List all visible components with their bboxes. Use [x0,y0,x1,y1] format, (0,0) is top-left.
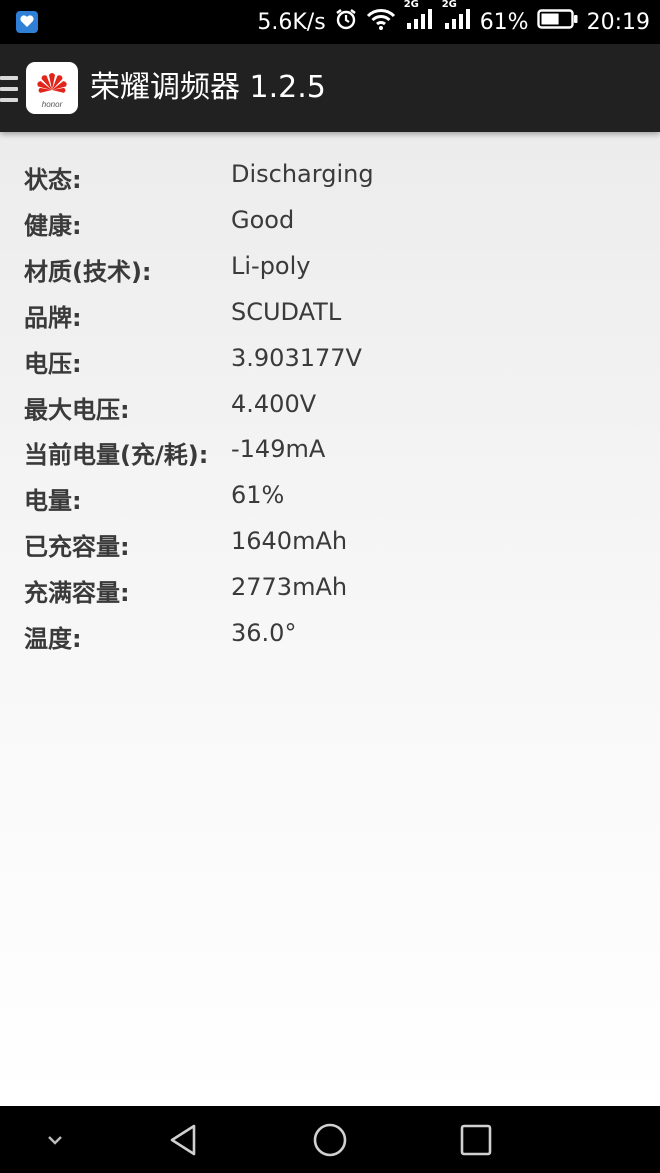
app-logo-icon[interactable]: honor [26,62,78,114]
info-row-status: 状态: Discharging [0,152,660,198]
info-row-brand: 品牌: SCUDATL [0,290,660,336]
info-label: 电量: [24,487,82,515]
home-button[interactable] [300,1106,360,1173]
info-value: 61% [231,481,285,509]
recents-icon [460,1124,492,1155]
info-label: 温度: [24,625,82,653]
clock: 20:19 [586,9,650,35]
status-bar: 5.6K/s 2G 2G 61% 20:19 [0,0,660,44]
info-value: Li-poly [231,252,311,280]
info-value: 3.903177V [231,344,362,372]
info-row-technology: 材质(技术): Li-poly [0,244,660,290]
chevron-down-icon [48,1135,62,1145]
notification-app-icon [16,11,38,33]
info-row-charged-capacity: 已充容量: 1640mAh [0,519,660,565]
cell-signal-icon: 2G [404,0,434,37]
info-value: 4.400V [231,390,317,418]
alarm-icon [334,7,358,37]
hide-nav-button[interactable] [30,1106,80,1173]
wifi-icon [366,7,396,37]
app-title: 荣耀调频器 1.2.5 [90,70,326,105]
info-label: 当前电量(充/耗): [24,441,209,469]
info-label: 最大电压: [24,396,130,424]
signal-type-label: 2G [403,0,419,10]
info-value: Good [231,206,295,234]
network-speed: 5.6K/s [257,9,326,35]
info-label: 电压: [24,350,82,378]
app-bar: honor 荣耀调频器 1.2.5 [0,44,660,132]
info-label: 充满容量: [24,579,130,607]
info-label: 材质(技术): [24,258,152,286]
info-label: 健康: [24,212,82,240]
recents-button[interactable] [446,1106,506,1173]
info-value: 1640mAh [231,527,348,555]
info-row-full-capacity: 充满容量: 2773mAh [0,565,660,611]
info-value: Discharging [231,160,374,188]
info-row-level: 电量: 61% [0,473,660,519]
home-icon [313,1123,347,1156]
info-value: -149mA [231,435,326,463]
battery-info-panel: 状态: Discharging 健康: Good 材质(技术): Li-poly… [0,132,660,1106]
cell-signal-icon: 2G [442,0,472,37]
back-button[interactable] [154,1106,214,1173]
navigation-bar [0,1106,660,1173]
signal-type-label: 2G [441,0,457,10]
app-logo-brand: honor [41,100,63,109]
info-row-temperature: 温度: 36.0° [0,611,660,657]
battery-icon [536,8,579,36]
info-row-current: 当前电量(充/耗): -149mA [0,427,660,473]
info-value: 2773mAh [231,573,348,601]
info-label: 品牌: [24,304,82,332]
drawer-menu-icon[interactable] [0,76,18,102]
battery-percent: 61% [479,9,529,35]
info-value: 36.0° [231,619,297,647]
info-label: 状态: [24,166,82,194]
back-icon [170,1124,196,1155]
info-label: 已充容量: [24,533,130,561]
info-row-health: 健康: Good [0,198,660,244]
info-value: SCUDATL [231,298,342,326]
info-row-max-voltage: 最大电压: 4.400V [0,382,660,428]
info-row-voltage: 电压: 3.903177V [0,336,660,382]
